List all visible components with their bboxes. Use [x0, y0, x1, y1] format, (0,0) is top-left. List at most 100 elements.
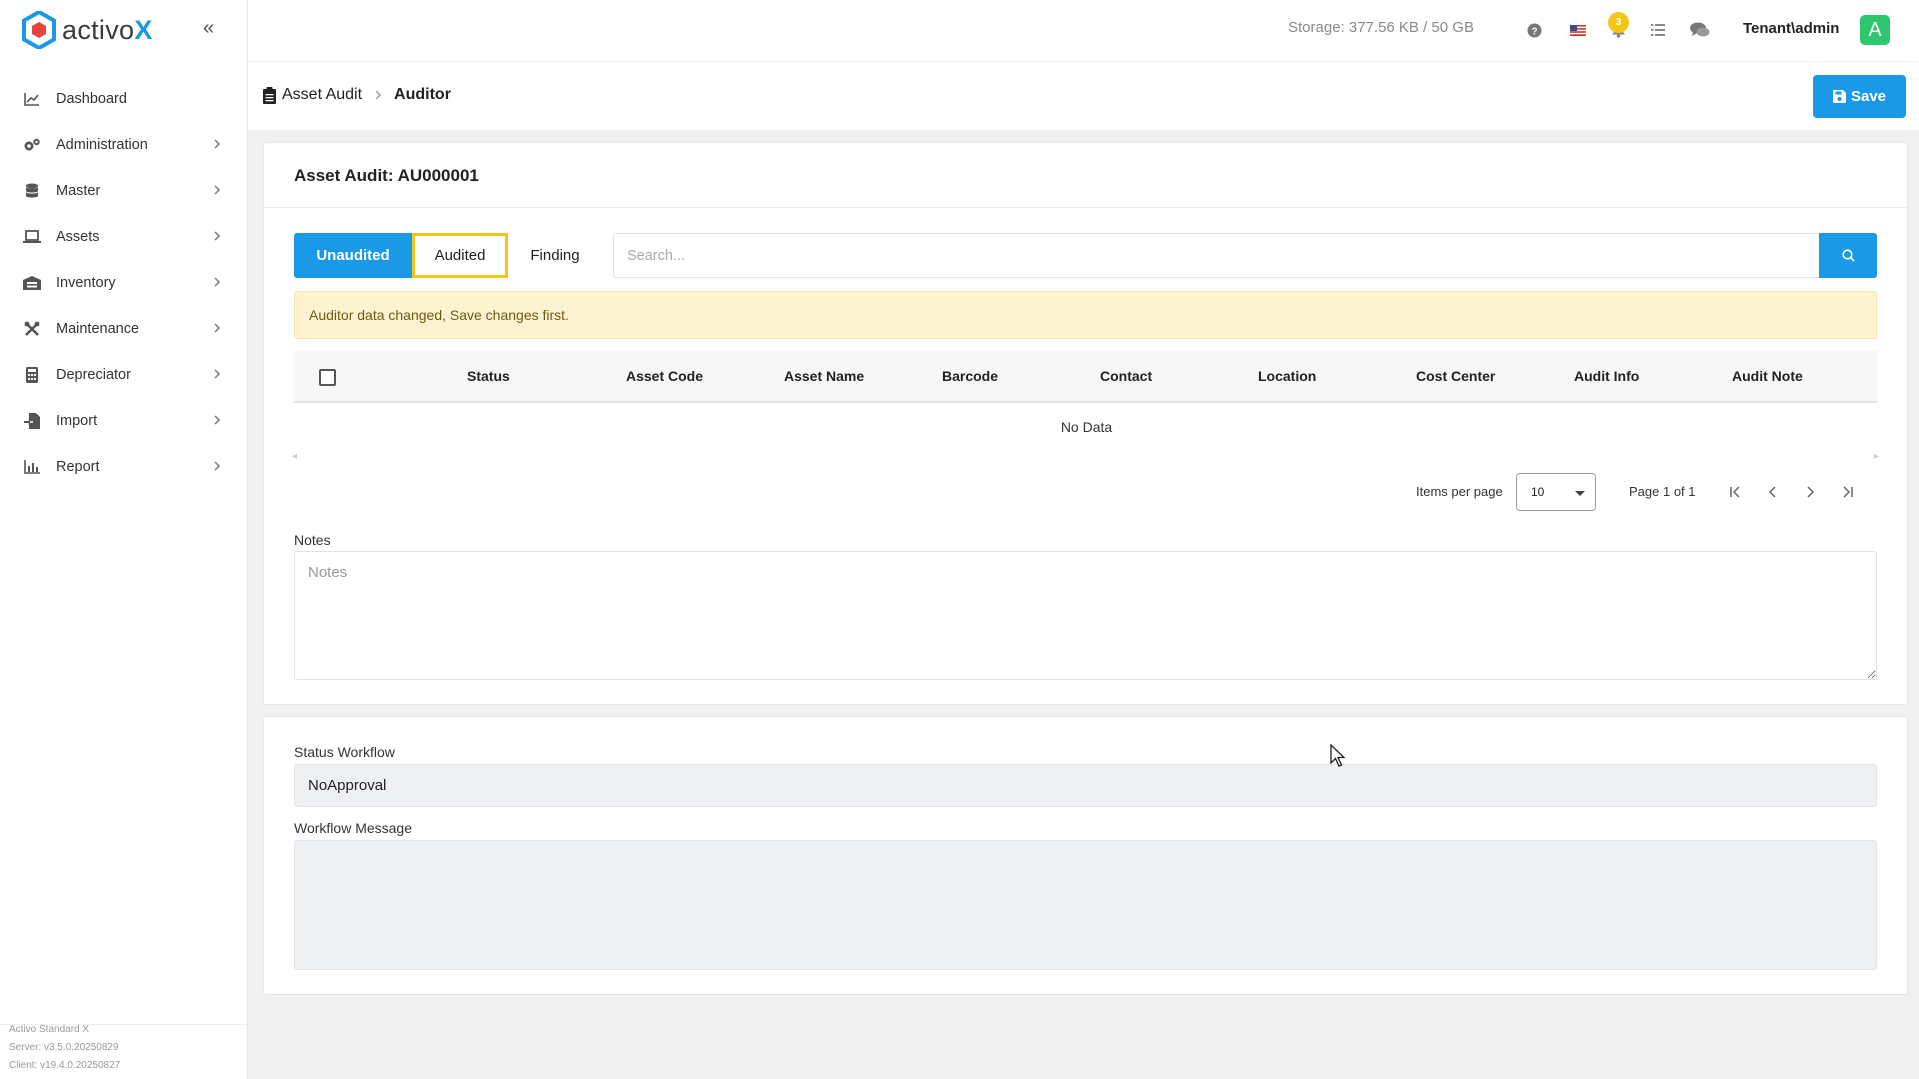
save-button[interactable]: Save [1813, 75, 1906, 118]
page-title: Asset Audit: AU000001 [294, 166, 479, 185]
chevron-right-icon [214, 323, 221, 333]
chevron-right-icon [214, 231, 221, 241]
items-per-page-select[interactable]: 10 [1516, 473, 1596, 511]
chevron-right-icon [214, 185, 221, 195]
sidebar-item-label: Report [56, 459, 100, 475]
server-version: Server: v3.5.0.20250829 [9, 1042, 119, 1053]
mouse-cursor-icon [1330, 744, 1346, 767]
breadcrumb: Asset Audit Auditor [263, 86, 451, 104]
avatar[interactable]: A [1860, 15, 1890, 45]
chevron-right-icon [375, 90, 382, 100]
client-version: Client: v19.4.0.20250827 [9, 1060, 121, 1071]
divider [264, 207, 1907, 208]
tab-unaudited[interactable]: Unaudited [294, 233, 412, 278]
sidebar-item-administration[interactable]: Administration [0, 122, 248, 168]
chevron-right-icon [214, 277, 221, 287]
column-header[interactable]: Status [467, 368, 510, 384]
sidebar-item-label: Administration [56, 137, 148, 153]
next-page-icon[interactable] [1801, 483, 1819, 501]
app-logo[interactable]: activoX [22, 10, 153, 50]
sidebar-item-label: Import [56, 413, 98, 429]
sidebar-item-import[interactable]: Import [0, 398, 248, 444]
status-workflow-label: Status Workflow [294, 744, 395, 760]
sidebar-item-master[interactable]: Master [0, 168, 248, 214]
page-header: Asset Audit Auditor Save [248, 62, 1919, 130]
notes-label: Notes [294, 532, 331, 548]
calculator-icon [22, 365, 42, 385]
us-flag-icon[interactable] [1568, 20, 1588, 40]
sidebar-item-label: Assets [56, 229, 100, 245]
svg-text:?: ? [1531, 26, 1537, 37]
file-import-icon [22, 411, 42, 431]
user-name[interactable]: Tenant\admin [1743, 20, 1839, 37]
last-page-icon[interactable] [1838, 483, 1856, 501]
column-header[interactable]: Barcode [942, 368, 998, 384]
scroll-right-icon[interactable]: ▸ [1874, 451, 1879, 462]
column-header[interactable]: Contact [1100, 368, 1152, 384]
sidebar-item-label: Dashboard [56, 91, 127, 107]
sidebar-item-assets[interactable]: Assets [0, 214, 248, 260]
breadcrumb-current: Auditor [394, 86, 451, 103]
sidebar-item-inventory[interactable]: Inventory [0, 260, 248, 306]
notification-badge: 3 [1608, 12, 1629, 33]
warning-alert: Auditor data changed, Save changes first… [294, 291, 1877, 339]
workflow-message-label: Workflow Message [294, 820, 413, 836]
notes-field[interactable] [294, 551, 1877, 680]
logo-hexagon-icon [22, 11, 56, 49]
column-header[interactable]: Location [1258, 368, 1316, 384]
table-header: Status Asset Code Asset Name Barcode Con… [294, 351, 1877, 403]
search-input[interactable] [613, 233, 1823, 278]
logo-text: activoX [62, 14, 153, 45]
gears-icon [22, 135, 42, 155]
tab-finding[interactable]: Finding [508, 233, 602, 278]
sidebar-item-depreciator[interactable]: Depreciator [0, 352, 248, 398]
first-page-icon[interactable] [1727, 483, 1745, 501]
warehouse-icon [22, 273, 42, 293]
laptop-icon [22, 227, 42, 247]
caret-down-icon [1575, 491, 1585, 496]
items-per-page-label: Items per page [1416, 484, 1503, 499]
sidebar-item-label: Master [56, 183, 101, 199]
scroll-left-icon[interactable]: ◂ [292, 451, 297, 462]
chart-line-icon [22, 89, 42, 109]
product-name: Activo Standard X [9, 1024, 90, 1035]
search-button[interactable] [1819, 233, 1877, 278]
workflow-message-field [294, 840, 1877, 970]
page-info: Page 1 of 1 [1629, 484, 1696, 499]
column-header[interactable]: Audit Info [1574, 368, 1639, 384]
version-info: Activo Standard X Server: v3.5.0.2025082… [9, 1021, 120, 1075]
tab-audited[interactable]: Audited [412, 233, 508, 278]
database-icon [22, 181, 42, 201]
bar-chart-icon [22, 457, 42, 477]
sidebar-nav: Dashboard Administration Master Assets I… [0, 76, 248, 490]
chevron-right-icon [214, 369, 221, 379]
help-icon[interactable]: ? [1524, 20, 1544, 40]
sidebar-item-label: Depreciator [56, 367, 131, 383]
breadcrumb-parent[interactable]: Asset Audit [282, 86, 362, 104]
workflow-card: Status Workflow NoApproval Workflow Mess… [263, 716, 1908, 995]
sidebar: activoX « Dashboard Administration Maste… [0, 0, 248, 1079]
collapse-sidebar-icon[interactable]: « [203, 18, 223, 38]
chevron-right-icon [214, 461, 221, 471]
audit-tabs: Unaudited Audited Finding [294, 233, 602, 278]
audit-card: Asset Audit: AU000001 Unaudited Audited … [263, 142, 1908, 705]
chat-icon[interactable] [1690, 20, 1710, 40]
sidebar-item-maintenance[interactable]: Maintenance [0, 306, 248, 352]
column-header[interactable]: Asset Name [784, 368, 864, 384]
sidebar-item-label: Maintenance [56, 321, 140, 337]
column-header[interactable]: Cost Center [1416, 368, 1495, 384]
empty-state: No Data [1060, 419, 1113, 435]
items-per-page-value: 10 [1531, 485, 1545, 499]
column-header[interactable]: Asset Code [626, 368, 703, 384]
chevron-right-icon [214, 415, 221, 425]
task-list-icon[interactable] [1648, 20, 1668, 40]
previous-page-icon[interactable] [1764, 483, 1782, 501]
column-header[interactable]: Audit Note [1732, 368, 1803, 384]
sidebar-item-dashboard[interactable]: Dashboard [0, 76, 248, 122]
clipboard-icon [263, 86, 276, 104]
top-header: Storage: 377.56 KB / 50 GB ? 3 Tenant\ad… [248, 0, 1919, 62]
select-all-checkbox[interactable] [319, 369, 336, 386]
chevron-right-icon [214, 139, 221, 149]
sidebar-item-label: Inventory [56, 275, 116, 291]
sidebar-item-report[interactable]: Report [0, 444, 248, 490]
